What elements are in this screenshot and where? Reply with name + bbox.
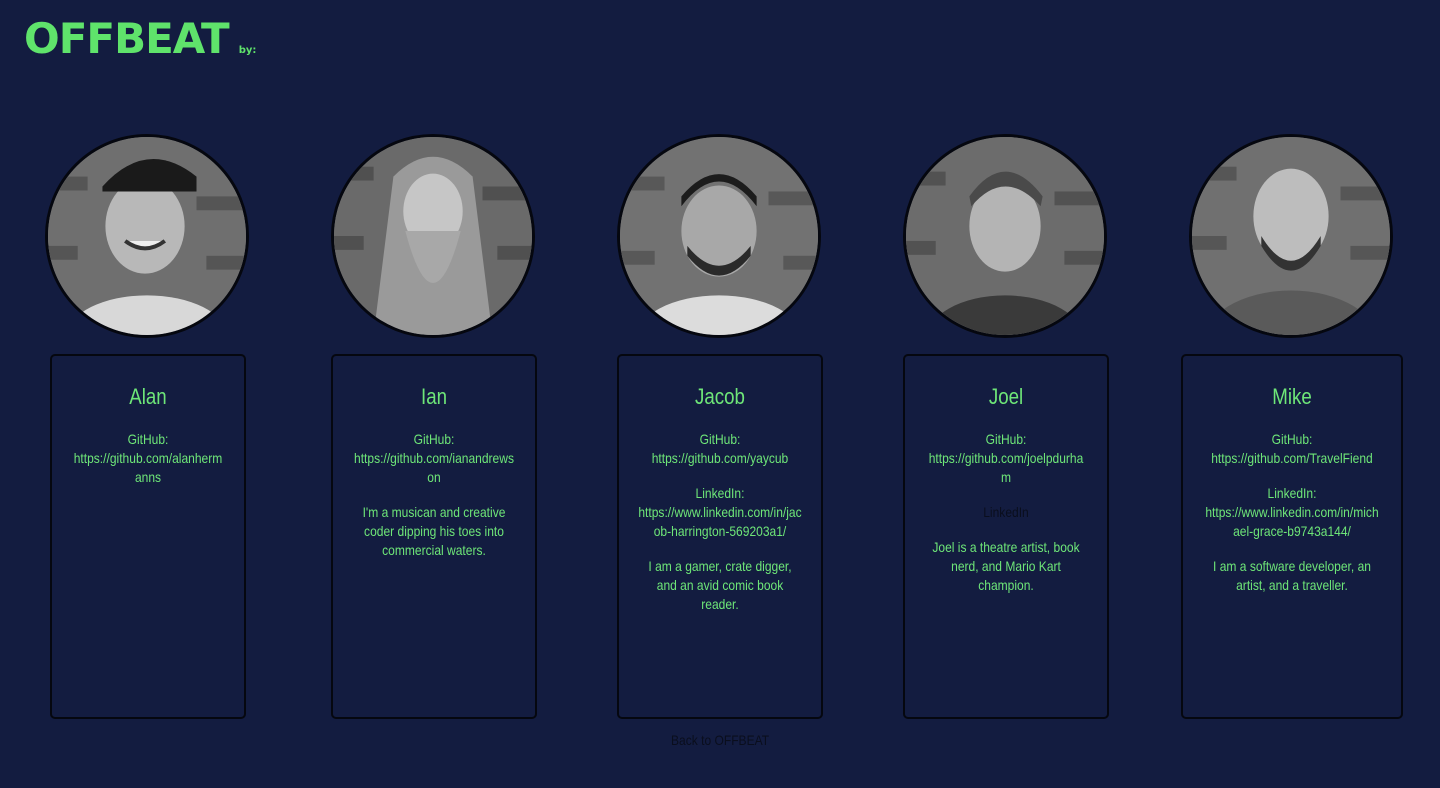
github-label: GitHub:: [1271, 431, 1313, 447]
linkedin-label: LinkedIn:: [695, 485, 745, 501]
member-bio: I am a gamer, crate digger, and an avid …: [648, 558, 792, 612]
github-link[interactable]: https://github.com/ianandrewson: [352, 449, 515, 487]
github-link[interactable]: https://github.com/TravelFiend: [1203, 449, 1380, 468]
linkedin-link[interactable]: LinkedIn: [924, 503, 1087, 522]
avatar-ian: [331, 134, 535, 338]
github-link[interactable]: https://github.com/yaycub: [638, 449, 801, 468]
linkedin-link[interactable]: https://www.linkedin.com/in/jacob-harrin…: [638, 503, 801, 541]
member-name: Alan: [129, 384, 167, 409]
avatar-alan: [45, 134, 249, 338]
logo-wordmark: OFFBEAT: [24, 14, 230, 63]
member-card-jacob: Jacob GitHub: https://github.com/yaycub …: [617, 354, 823, 719]
portrait-ian-image: [334, 137, 532, 335]
linkedin-label: LinkedIn:: [1267, 485, 1317, 501]
member-card-ian: Ian GitHub: https://github.com/ianandrew…: [331, 354, 537, 719]
back-to-offbeat-link[interactable]: Back to OFFBEAT: [671, 732, 769, 748]
github-label: GitHub:: [985, 431, 1027, 447]
member-card-joel: Joel GitHub: https://github.com/joelpdur…: [903, 354, 1109, 719]
portrait-mike-image: [1192, 137, 1390, 335]
github-link[interactable]: https://github.com/joelpdurham: [924, 449, 1087, 487]
github-label: GitHub:: [127, 431, 169, 447]
offbeat-logo[interactable]: OFFBEAT by:: [24, 18, 256, 60]
portrait-jacob-image: [620, 137, 818, 335]
logo-by-label: by:: [238, 45, 257, 56]
member-card-alan: Alan GitHub: https://github.com/alanherm…: [50, 354, 246, 719]
back-to-offbeat: Back to OFFBEAT: [0, 732, 1440, 748]
avatar-mike: [1189, 134, 1393, 338]
github-label: GitHub:: [413, 431, 455, 447]
github-link[interactable]: https://github.com/alanhermanns: [71, 449, 226, 487]
member-card-mike: Mike GitHub: https://github.com/TravelFi…: [1181, 354, 1403, 719]
member-bio: Joel is a theatre artist, book nerd, and…: [932, 539, 1080, 593]
member-name: Jacob: [695, 384, 745, 409]
member-bio: I'm a musican and creative coder dipping…: [362, 504, 506, 558]
avatar-joel: [903, 134, 1107, 338]
member-name: Ian: [420, 384, 448, 409]
member-bio: I am a software developer, an artist, an…: [1213, 558, 1371, 593]
github-label: GitHub:: [699, 431, 741, 447]
member-name: Mike: [1272, 384, 1312, 409]
avatar-jacob: [617, 134, 821, 338]
member-name: Joel: [988, 384, 1024, 409]
linkedin-link[interactable]: https://www.linkedin.com/in/michael-grac…: [1203, 503, 1380, 541]
portrait-joel-image: [906, 137, 1104, 335]
portrait-alan-image: [48, 137, 246, 335]
